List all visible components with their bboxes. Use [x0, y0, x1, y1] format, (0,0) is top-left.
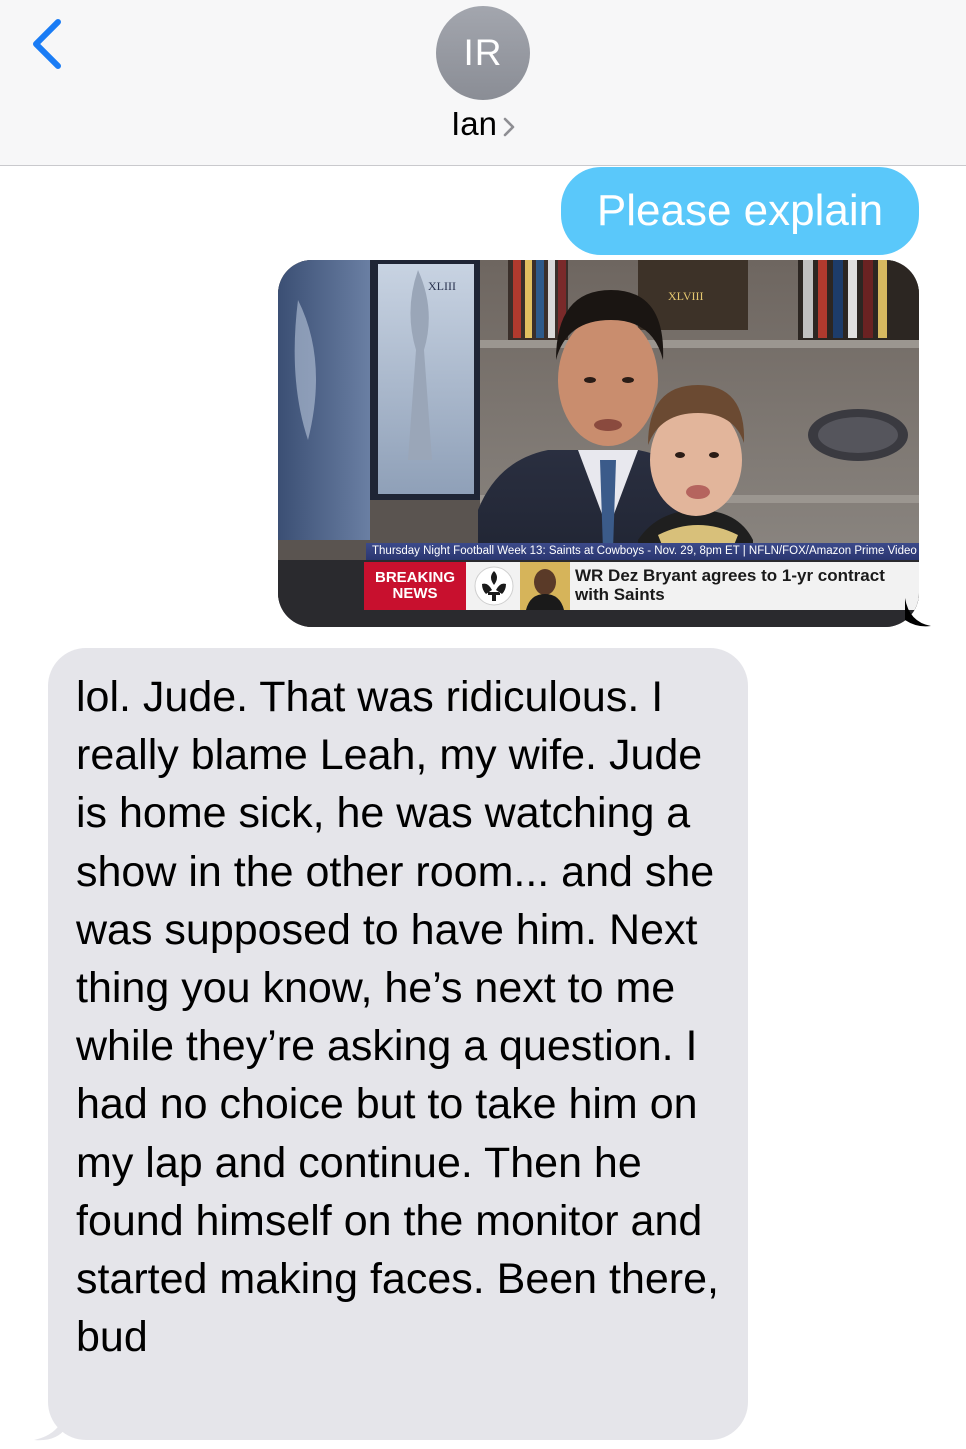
received-message-text: lol. Jude. That was ridiculous. I really… [76, 673, 719, 1362]
messages-screen: IR Ian Please explain XLIII XLVIII Thurs… [0, 0, 966, 1449]
news-headline: WR Dez Bryant agrees to 1-yr contract wi… [575, 566, 885, 604]
breaking-news-label: BREAKING NEWS [364, 562, 466, 610]
received-message-bubble[interactable]: lol. Jude. That was ridiculous. I really… [48, 648, 748, 1440]
chevron-right-icon [503, 106, 515, 146]
sent-image-message[interactable]: XLIII XLVIII Thursday Night Football Wee… [278, 260, 919, 627]
contact-avatar[interactable]: IR [436, 6, 530, 100]
breaking-label-line1: BREAKING [374, 569, 455, 586]
breaking-news-banner: BREAKING NEWS WR Dez Bryant agrees to 1-… [364, 562, 919, 610]
fleur-de-lis-icon [474, 566, 514, 606]
news-ticker: Thursday Night Football Week 13: Saints … [366, 543, 919, 560]
back-button[interactable] [22, 14, 72, 74]
conversation-header: IR Ian [0, 0, 966, 166]
contact-name-button[interactable]: Ian [0, 104, 966, 146]
contact-name: Ian [451, 105, 497, 142]
headline-line2: with Saints [575, 585, 665, 604]
chevron-left-icon [33, 19, 61, 69]
sent-message-bubble[interactable]: Please explain [561, 167, 919, 255]
player-headshot-icon [520, 562, 570, 610]
svg-text:XLVIII: XLVIII [668, 289, 704, 303]
breaking-label-line2: NEWS [392, 585, 438, 602]
sent-bubble-tail [905, 598, 931, 627]
received-bubble-tail [34, 1408, 66, 1441]
sent-message-text: Please explain [596, 186, 884, 235]
svg-text:XLIII: XLIII [428, 279, 456, 293]
headline-line1: WR Dez Bryant agrees to 1-yr contract [575, 566, 885, 585]
